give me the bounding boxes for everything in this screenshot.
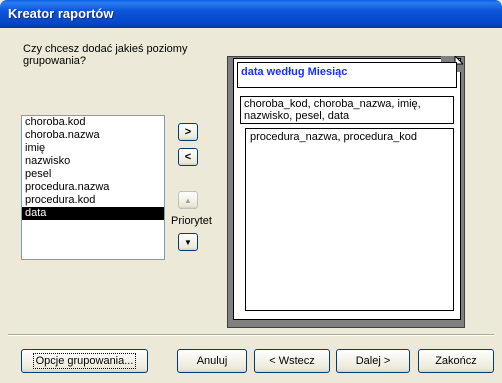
list-item-selected[interactable]: data: [22, 207, 164, 220]
window-title: Kreator raportów: [8, 6, 114, 21]
footer-divider: [8, 334, 494, 336]
list-item[interactable]: choroba.kod: [22, 116, 164, 129]
list-item[interactable]: procedura.nazwa: [22, 181, 164, 194]
list-item[interactable]: procedura.kod: [22, 194, 164, 207]
grouping-options-button[interactable]: Opcje grupowania...: [21, 349, 148, 373]
preview-group-level-1: choroba_kod, choroba_nazwa, imię, nazwis…: [240, 96, 454, 124]
priority-down-button[interactable]: ▼: [178, 233, 198, 251]
list-item[interactable]: nazwisko: [22, 155, 164, 168]
list-item[interactable]: imię: [22, 142, 164, 155]
remove-level-button[interactable]: <: [178, 148, 198, 166]
list-item[interactable]: choroba.nazwa: [22, 129, 164, 142]
available-fields-list[interactable]: choroba.kod choroba.nazwa imię nazwisko …: [21, 115, 165, 260]
cancel-button[interactable]: Anuluj: [177, 349, 247, 373]
finish-button[interactable]: Zakończ: [418, 349, 494, 373]
priority-label: Priorytet: [171, 215, 212, 227]
add-level-button[interactable]: >: [178, 123, 198, 141]
back-button[interactable]: < Wstecz: [254, 349, 330, 373]
list-item[interactable]: pesel: [22, 168, 164, 181]
report-wizard-dialog: Kreator raportów Czy chcesz dodać jakieś…: [0, 0, 502, 383]
title-bar[interactable]: Kreator raportów: [0, 0, 502, 28]
grouping-options-label: Opcje grupowania...: [32, 353, 137, 369]
priority-up-button[interactable]: ▲: [178, 191, 198, 209]
grouping-prompt: Czy chcesz dodać jakieś poziomy grupowan…: [23, 43, 188, 67]
preview-group-header: data według Miesiąc: [237, 62, 457, 88]
next-button[interactable]: Dalej >: [336, 349, 410, 373]
preview-group-level-2: procedura_nazwa, procedura_kod: [245, 128, 454, 311]
